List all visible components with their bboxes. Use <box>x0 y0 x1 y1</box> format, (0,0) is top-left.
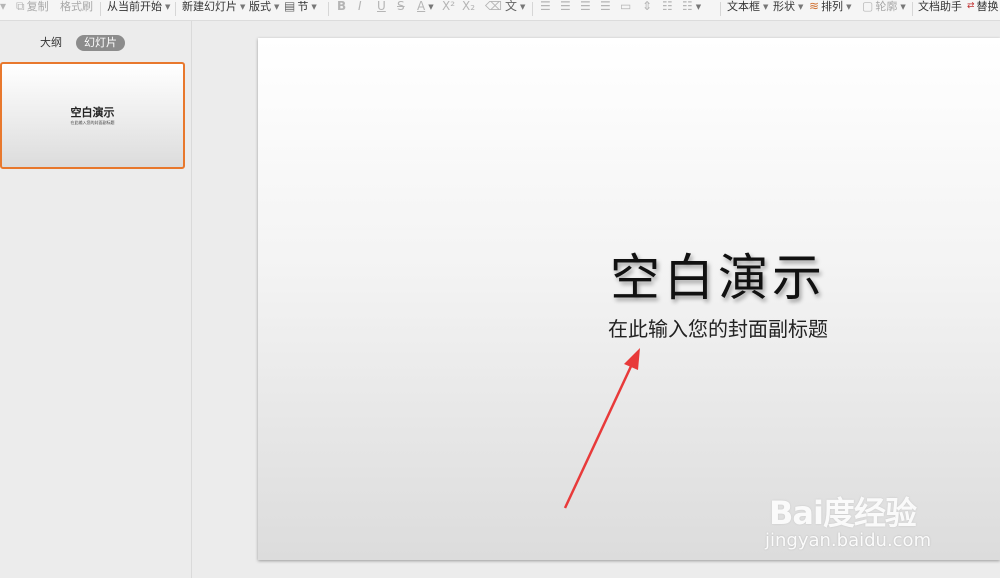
watermark-url: jingyan.baidu.com <box>765 530 932 551</box>
baidu-jingyan-logo: Bai度经验 <box>769 494 917 532</box>
baidu-watermark: Bai度经验 jingyan.baidu.com <box>765 468 965 558</box>
